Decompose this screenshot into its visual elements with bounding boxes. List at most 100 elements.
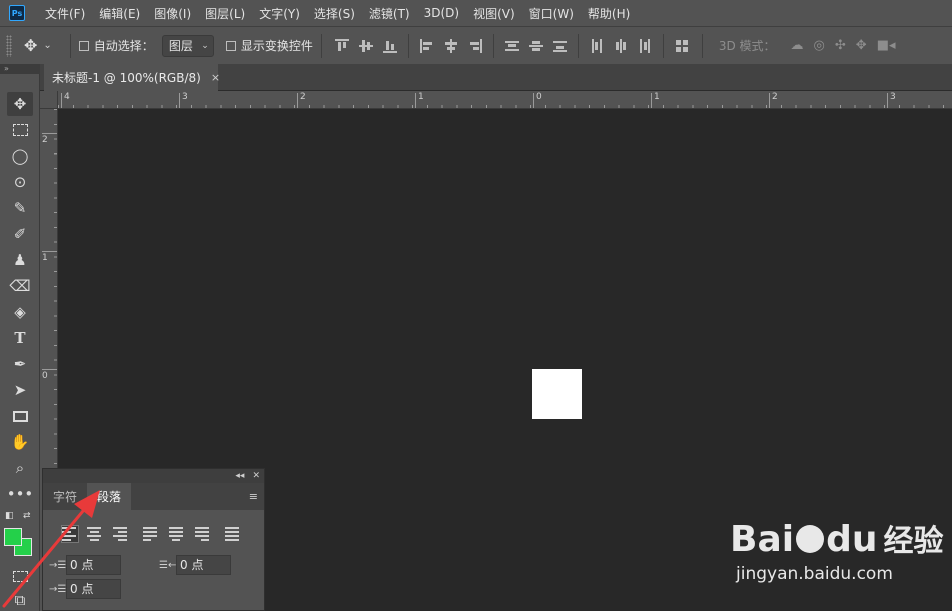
rectangle-icon[interactable] [7,404,33,428]
distribute-top-icon[interactable] [504,39,519,53]
align-left-text-icon[interactable] [61,525,79,543]
align-bottom-icon[interactable] [382,39,397,53]
ruler-label: 1 [418,92,424,102]
justify-last-left-icon[interactable] [143,525,161,543]
app-logo[interactable]: Ps [9,5,25,21]
align-center-text-icon[interactable] [85,525,103,543]
watermark-cn: 经验 [883,524,944,559]
document-tab-bar: 未标题-1 @ 100%(RGB/8) × [40,64,952,91]
ruler-origin[interactable] [40,91,58,109]
left-indent-field[interactable]: 0 点 [66,555,121,575]
panel-menu-icon[interactable]: ≡ [249,490,258,503]
lasso-icon[interactable]: ◯ [7,144,33,168]
menu-3d[interactable]: 3D(D) [424,6,459,20]
foreground-color-swatch[interactable] [4,528,22,546]
paragraph-align-row [61,525,249,543]
toolbar-collapse-icon[interactable]: » [0,64,40,74]
align-top-icon[interactable] [334,38,349,53]
white-document-shape[interactable] [532,369,582,419]
auto-align-icon[interactable] [675,39,689,53]
move-tool-icon[interactable]: ✥ [24,36,37,55]
tools-panel: ✥ ◯ ⊙ ✎ ✐ ♟ ⌫ ◈ T ✒ ➤ ✋ ⌕ ••• ◧ ⇄ ⧉ [0,74,40,611]
drag-3d-icon[interactable]: ✣ [835,38,846,53]
close-icon[interactable]: × [211,71,220,84]
pen-icon[interactable]: ✒ [7,352,33,376]
right-indent-row: ☰← 0 点 [159,555,231,575]
auto-select-checkbox[interactable] [78,40,89,51]
scale-3d-icon[interactable]: ■◂ [877,38,896,53]
brush-icon[interactable]: ✐ [7,222,33,246]
eraser-icon[interactable]: ⌫ [7,274,33,298]
watermark-brand-suffix: du [826,519,878,560]
path-select-icon[interactable]: ➤ [7,378,33,402]
distribute-vcenter-icon[interactable] [528,39,543,53]
ruler-label: 4 [64,92,70,102]
document-tab[interactable]: 未标题-1 @ 100%(RGB/8) × [44,64,220,91]
options-grip-icon[interactable] [6,34,12,57]
eyedropper-icon[interactable]: ✎ [7,196,33,220]
first-line-indent-field[interactable]: 0 点 [66,579,121,599]
distribute-hcenter-icon[interactable] [614,38,628,53]
ruler-label: 1 [42,253,48,263]
panel-title-bar[interactable]: ◂◂ ✕ [43,469,264,483]
menu-type[interactable]: 文字(Y) [259,5,300,22]
quick-select-icon[interactable]: ⊙ [7,170,33,194]
watermark-brand: Bai [730,519,795,560]
stamp-icon[interactable]: ♟ [7,248,33,272]
distribute-bottom-icon[interactable] [552,39,567,53]
first-line-indent-icon: →☰ [49,583,67,595]
menu-layer[interactable]: 图层(L) [205,5,245,22]
align-vcenter-icon[interactable] [358,39,373,53]
document-tab-title: 未标题-1 @ 100%(RGB/8) [52,71,201,85]
move-icon[interactable]: ✥ [7,92,33,116]
slide-3d-icon[interactable]: ✥ [856,38,867,53]
divider [492,33,494,58]
show-transform-checkbox[interactable] [225,40,236,51]
right-indent-field[interactable]: 0 点 [176,555,231,575]
justify-last-center-icon[interactable] [167,525,185,543]
tab-paragraph[interactable]: 段落 [87,483,132,510]
screen-mode-icon[interactable]: ⧉ [7,588,33,611]
close-panel-icon[interactable]: ✕ [252,471,260,481]
hand-icon[interactable]: ✋ [7,430,33,454]
divider [577,33,579,58]
type-icon[interactable]: T [7,326,33,350]
ruler-label: 2 [772,92,778,102]
horizontal-ruler[interactable]: 4 3 2 1 0 1 2 3 [58,91,952,109]
menu-edit[interactable]: 编辑(E) [99,5,140,22]
menu-window[interactable]: 窗口(W) [529,5,574,22]
collapse-panel-icon[interactable]: ◂◂ [235,471,244,481]
divider [320,33,322,58]
justify-last-right-icon[interactable] [191,525,209,543]
tool-preset-chevron-icon[interactable]: ⌄ [43,40,51,51]
menu-help[interactable]: 帮助(H) [588,5,630,22]
align-left-icon[interactable] [419,38,434,53]
swap-colors-icon[interactable]: ⇄ [23,511,31,521]
align-right-icon[interactable] [468,38,482,53]
roll-3d-icon[interactable]: ◎ [814,38,825,53]
menu-filter[interactable]: 滤镜(T) [369,5,410,22]
distribute-right-icon[interactable] [638,38,652,53]
menu-file[interactable]: 文件(F) [45,5,85,22]
menu-bar: Ps 文件(F) 编辑(E) 图像(I) 图层(L) 文字(Y) 选择(S) 滤… [0,0,952,26]
default-colors-icon[interactable]: ◧ [5,511,14,521]
fill-icon[interactable]: ◈ [7,300,33,324]
marquee-icon[interactable] [7,118,33,142]
show-transform-label: 显示变换控件 [240,39,313,53]
more-icon[interactable]: ••• [7,482,34,506]
justify-all-icon[interactable] [225,525,243,543]
align-hcenter-icon[interactable] [444,38,458,53]
align-right-text-icon[interactable] [109,525,127,543]
menu-image[interactable]: 图像(I) [154,5,191,22]
menu-select[interactable]: 选择(S) [314,5,355,22]
watermark-url: jingyan.baidu.com [736,564,893,584]
zoom-icon[interactable]: ⌕ [7,456,33,480]
auto-select-target-dropdown[interactable]: 图层 ⌄ [161,34,214,57]
ruler-label: 2 [42,135,48,145]
tab-character[interactable]: 字符 [43,483,87,510]
orbit-3d-icon[interactable]: ☁ [791,38,804,53]
quick-mask-icon[interactable] [7,564,33,588]
menu-view[interactable]: 视图(V) [473,5,515,22]
distribute-left-icon[interactable] [590,38,604,53]
first-line-indent-row: →☰ 0 点 [49,579,121,599]
